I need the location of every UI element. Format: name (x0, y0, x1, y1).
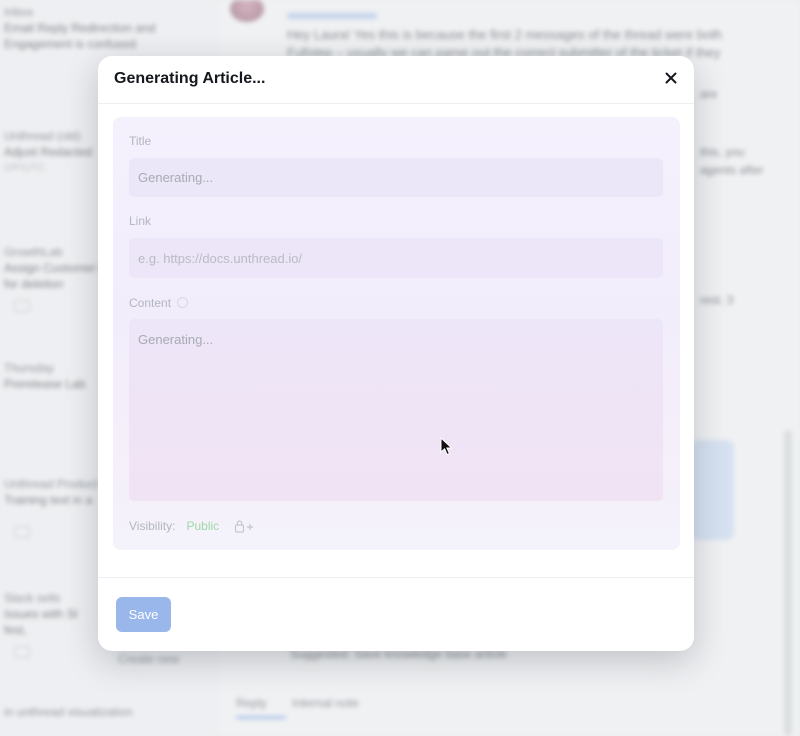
visibility-label: Visibility: (129, 519, 176, 533)
info-icon (177, 297, 189, 308)
mouse-cursor-icon (440, 437, 453, 456)
link-input[interactable] (129, 238, 663, 278)
modal-footer: Save (98, 577, 694, 651)
content-label: Content (129, 296, 172, 310)
visibility-row: Visibility: Public (129, 519, 254, 533)
title-label: Title (129, 134, 152, 148)
close-button[interactable] (662, 69, 680, 87)
visibility-toggle[interactable]: Public (186, 519, 219, 533)
content-textarea[interactable]: Generating... (129, 319, 663, 501)
lock-add-icon[interactable] (234, 519, 254, 533)
article-form: Title Link Content Generating... Visibil… (113, 117, 680, 550)
save-button[interactable]: Save (116, 597, 171, 632)
generate-article-modal: Generating Article... Title Link Content… (98, 56, 694, 651)
close-icon (665, 72, 677, 84)
link-label: Link (129, 214, 152, 228)
modal-title: Generating Article... (114, 70, 266, 87)
content-label-row: Content (129, 296, 189, 310)
title-input[interactable] (129, 158, 663, 197)
modal-header: Generating Article... (98, 56, 694, 104)
